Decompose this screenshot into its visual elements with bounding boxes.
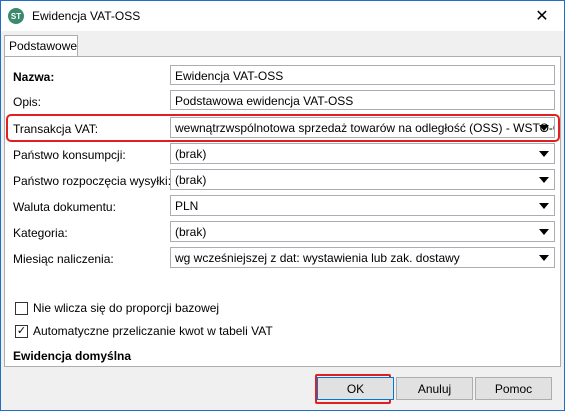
window-title: Ewidencja VAT-OSS [32,9,141,23]
opis-field[interactable]: Podstawowa ewidencja VAT-OSS [170,90,555,110]
transakcja-select[interactable]: wewnątrzwspólnotowa sprzedaż towarów na … [170,117,555,138]
transakcja-label: Transakcja VAT: [13,122,99,136]
chevron-down-icon [539,203,549,209]
nazwa-label: Nazwa: [13,70,55,84]
waluta-label: Waluta dokumentu: [13,200,116,214]
przeliczanie-checkbox[interactable]: ✓ [15,325,28,338]
chevron-down-icon [539,125,549,131]
dialog-window: ST Ewidencja VAT-OSS ✕ Podstawowe Nazwa:… [0,0,565,411]
close-icon[interactable]: ✕ [520,1,564,31]
panstwo-rozpoczecia-label: Państwo rozpoczęcia wysyłki: [13,174,172,188]
form-panel: Nazwa: Ewidencja VAT-OSS Opis: Podstawow… [4,56,561,367]
help-button[interactable]: Pomoc [475,377,552,400]
cancel-button[interactable]: Anuluj [396,377,473,400]
waluta-select[interactable]: PLN [170,195,555,216]
app-icon: ST [8,8,24,24]
kategoria-select[interactable]: (brak) [170,221,555,242]
panstwo-konsumpcji-value: (brak) [175,147,207,161]
nazwa-field[interactable]: Ewidencja VAT-OSS [170,65,555,85]
miesiac-label: Miesiąc naliczenia: [13,252,114,266]
chevron-down-icon [539,229,549,235]
transakcja-value: wewnątrzwspólnotowa sprzedaż towarów na … [175,121,555,135]
tab-bar: Podstawowe [1,31,564,57]
kategoria-value: (brak) [175,225,207,239]
waluta-value: PLN [175,199,199,213]
chevron-down-icon [539,255,549,261]
chevron-down-icon [539,151,549,157]
ewidencja-domyslna-heading: Ewidencja domyślna [13,349,132,363]
miesiac-select[interactable]: wg wcześniejszej z dat: wystawienia lub … [170,247,555,268]
chevron-down-icon [539,177,549,183]
panstwo-konsumpcji-select[interactable]: (brak) [170,143,555,164]
checkmark-icon: ✓ [16,325,27,337]
miesiac-value: wg wcześniejszej z dat: wystawienia lub … [175,251,460,265]
kategoria-label: Kategoria: [13,226,68,240]
opis-label: Opis: [13,95,42,109]
button-bar: OK Anuluj Pomoc [1,367,564,410]
panstwo-konsumpcji-label: Państwo konsumpcji: [13,148,126,162]
ok-button[interactable]: OK [317,377,394,400]
przeliczanie-label: Automatyczne przeliczanie kwot w tabeli … [33,324,273,338]
panstwo-rozpoczecia-select[interactable]: (brak) [170,169,555,190]
proporcja-checkbox[interactable] [15,302,28,315]
title-bar[interactable]: ST Ewidencja VAT-OSS ✕ [1,1,564,31]
proporcja-label: Nie wlicza się do proporcji bazowej [33,301,220,315]
panstwo-rozpoczecia-value: (brak) [175,173,207,187]
tab-podstawowe[interactable]: Podstawowe [4,35,78,57]
